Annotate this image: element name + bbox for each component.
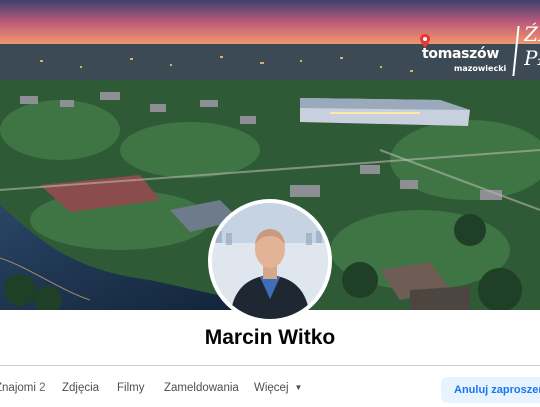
brand-subtitle: mazowiecki (454, 64, 507, 73)
profile-avatar[interactable] (208, 199, 332, 323)
brand-name: tomaszów (422, 46, 499, 62)
profile-name: Marcin Witko (204, 326, 336, 349)
brand-divider (512, 26, 520, 76)
tab-friends[interactable]: Znajomi 2 (0, 382, 46, 394)
tab-more-label: Więcej (254, 382, 289, 394)
tab-photos[interactable]: Zdjęcia (62, 382, 99, 394)
tab-photos-label: Zdjęcia (62, 382, 100, 394)
city-brand-logo: tomaszów mazowiecki ŹR PŁ (420, 22, 540, 84)
tab-checkins-label: Zameldowania (164, 382, 239, 394)
caret-down-icon: ▼ (294, 383, 303, 392)
tab-friends-label: Znajomi (0, 382, 36, 394)
brand-tagline: ŹR PŁ (524, 22, 540, 70)
avatar-image (212, 203, 328, 319)
tab-checkins[interactable]: Zameldowania (164, 382, 239, 394)
tab-more[interactable]: Więcej ▼ (254, 382, 302, 394)
cancel-friend-request-label: Anuluj zaproszenie (454, 384, 540, 396)
person-portrait (212, 203, 328, 319)
tab-videos-label: Filmy (117, 382, 145, 394)
cancel-friend-request-button[interactable]: Anuluj zaproszenie (441, 377, 540, 403)
tab-friends-count: 2 (39, 382, 46, 394)
tab-videos[interactable]: Filmy (117, 382, 144, 394)
